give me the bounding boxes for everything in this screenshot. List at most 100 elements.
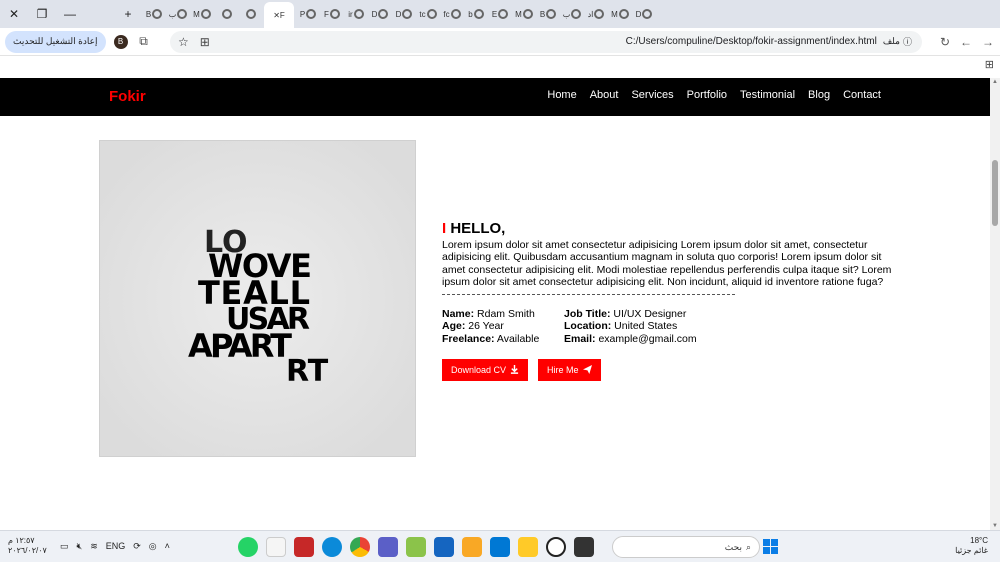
browser-tab[interactable] [216, 4, 236, 24]
nav-portfolio[interactable]: Portfolio [687, 89, 727, 101]
browser-tab[interactable]: اد [586, 4, 606, 24]
address-bar[interactable]: ☆ ⊞ C:/Users/compuline/Desktop/fokir-ass… [170, 30, 922, 53]
hire-me-button[interactable]: Hire Me [538, 358, 601, 381]
info-email: Email: example@gmail.com [564, 333, 697, 345]
browser-tab[interactable]: tc [418, 4, 438, 24]
site-menu: Home About Services Portfolio Testimonia… [547, 89, 881, 101]
browser-tab[interactable]: F [322, 4, 342, 24]
nav-blog[interactable]: Blog [808, 89, 830, 101]
network-icon[interactable]: ◎ [149, 541, 157, 552]
tab-favicon-icon [642, 9, 653, 19]
freelance-value: Available [496, 332, 540, 345]
browser-tab[interactable]: ب [168, 4, 188, 24]
restore-window-icon[interactable]: ❐ [28, 7, 56, 21]
show-hidden-icons[interactable]: ˄ [165, 541, 170, 552]
teams-icon[interactable] [378, 537, 398, 557]
download-cv-label: Download CV [451, 364, 507, 375]
browser-tab[interactable]: ب [562, 4, 582, 24]
url-text[interactable]: C:/Users/compuline/Desktop/fokir-assignm… [626, 36, 877, 47]
tab-favicon-icon [571, 9, 582, 19]
volume-icon[interactable]: 🔇︎ [77, 541, 83, 552]
browser-tab[interactable]: b [466, 4, 486, 24]
extensions-icon[interactable]: ⧉ [134, 34, 154, 49]
browser-tab[interactable]: B [538, 4, 558, 24]
art-fragment: RT [286, 354, 329, 389]
tab-label: D [371, 9, 378, 19]
app-icon[interactable] [266, 537, 286, 557]
download-cv-button[interactable]: Download CV [442, 358, 529, 381]
nav-home[interactable]: Home [547, 89, 576, 101]
back-icon[interactable]: ← [960, 35, 972, 49]
browser-tab[interactable]: E [490, 4, 510, 24]
minimize-window-icon[interactable]: — [56, 7, 84, 21]
edge-icon[interactable] [322, 537, 342, 557]
tab-label: E [491, 9, 498, 19]
translate-icon[interactable]: ⊞ [195, 35, 215, 49]
terminal-icon[interactable] [574, 537, 594, 557]
outlook-icon[interactable] [490, 537, 510, 557]
close-window-icon[interactable]: ✕ [0, 7, 28, 21]
scrollbar-thumb[interactable] [992, 160, 998, 226]
taskbar-search[interactable]: بحث ⌕ [612, 536, 760, 558]
profile-avatar[interactable]: B [113, 34, 128, 49]
page-scrollbar[interactable]: ▲ ▼ [990, 78, 1000, 530]
browser-tab[interactable]: D [634, 4, 654, 24]
whatsapp-icon[interactable] [238, 537, 258, 557]
forward-icon[interactable]: → [982, 35, 994, 49]
download-icon [510, 365, 519, 375]
sync-icon[interactable]: ⟳ [133, 541, 141, 552]
apps-grid-icon[interactable]: ⊞ [985, 58, 994, 71]
hero-image: LO WOVE TEALL USAR APART RT [99, 140, 416, 457]
browser-tab[interactable]: P [298, 4, 318, 24]
pdf-icon[interactable] [294, 537, 314, 557]
new-tab-icon[interactable]: + [114, 7, 142, 21]
clock[interactable]: ١٢:٥٧ م ٢٠٢٦/٠٢/٠٧ [8, 536, 47, 556]
site-info-chip[interactable]: ملف ⓘ [883, 35, 912, 48]
reload-icon[interactable]: ↻ [940, 35, 950, 49]
restart-to-update-button[interactable]: إعادة التشغيل للتحديث [5, 30, 106, 53]
wifi-icon[interactable]: ≋ [90, 541, 98, 552]
battery-icon[interactable]: ▭ [60, 541, 69, 552]
info-job: Job Title: UI/UX Designer [564, 308, 697, 320]
chrome-icon[interactable] [350, 537, 370, 557]
nav-testimonial[interactable]: Testimonial [740, 89, 795, 101]
freelance-label: Freelance: [442, 332, 495, 345]
bookmark-star-icon[interactable]: ☆ [178, 35, 189, 49]
tab-favicon-icon [473, 9, 484, 19]
browser-tab[interactable]: D [394, 4, 414, 24]
tab-label: اد [587, 9, 594, 19]
file-explorer-icon[interactable] [518, 537, 538, 557]
pinned-apps [238, 537, 594, 557]
chatgpt-icon[interactable] [546, 537, 566, 557]
nav-contact[interactable]: Contact [843, 89, 881, 101]
tab-favicon-icon [353, 9, 364, 19]
tab-label: D [395, 9, 402, 19]
store-icon[interactable] [434, 537, 454, 557]
browser-tab[interactable]: M [192, 4, 212, 24]
active-browser-tab[interactable]: ✕ F [264, 2, 294, 28]
tab-favicon-icon [450, 9, 461, 19]
browser-tab[interactable]: M [514, 4, 534, 24]
browser-tab[interactable]: M [610, 4, 630, 24]
nav-about[interactable]: About [590, 89, 619, 101]
site-logo[interactable]: Fokir [109, 88, 146, 105]
language-indicator[interactable]: ENG [106, 541, 126, 552]
nav-services[interactable]: Services [631, 89, 673, 101]
browser-tab[interactable]: B [144, 4, 164, 24]
weather-widget[interactable]: 18°C غائم جزئيا [955, 536, 988, 556]
info-location: Location: United States [564, 320, 697, 332]
scroll-down-icon[interactable]: ▼ [992, 523, 998, 529]
close-tab-icon[interactable]: ✕ [273, 11, 280, 20]
tab-label: M [515, 9, 522, 19]
tab-favicon-icon [329, 9, 340, 19]
start-button-icon[interactable] [763, 539, 778, 554]
browser-tab[interactable]: ir [346, 4, 366, 24]
browser-tab[interactable] [240, 4, 260, 24]
scroll-up-icon[interactable]: ▲ [992, 79, 998, 85]
notes-icon[interactable] [462, 537, 482, 557]
tab-label: fc [443, 9, 450, 19]
browser-tab[interactable]: fc [442, 4, 462, 24]
browser-tab[interactable]: D [370, 4, 390, 24]
tab-favicon-icon [306, 9, 317, 19]
game-icon[interactable] [406, 537, 426, 557]
